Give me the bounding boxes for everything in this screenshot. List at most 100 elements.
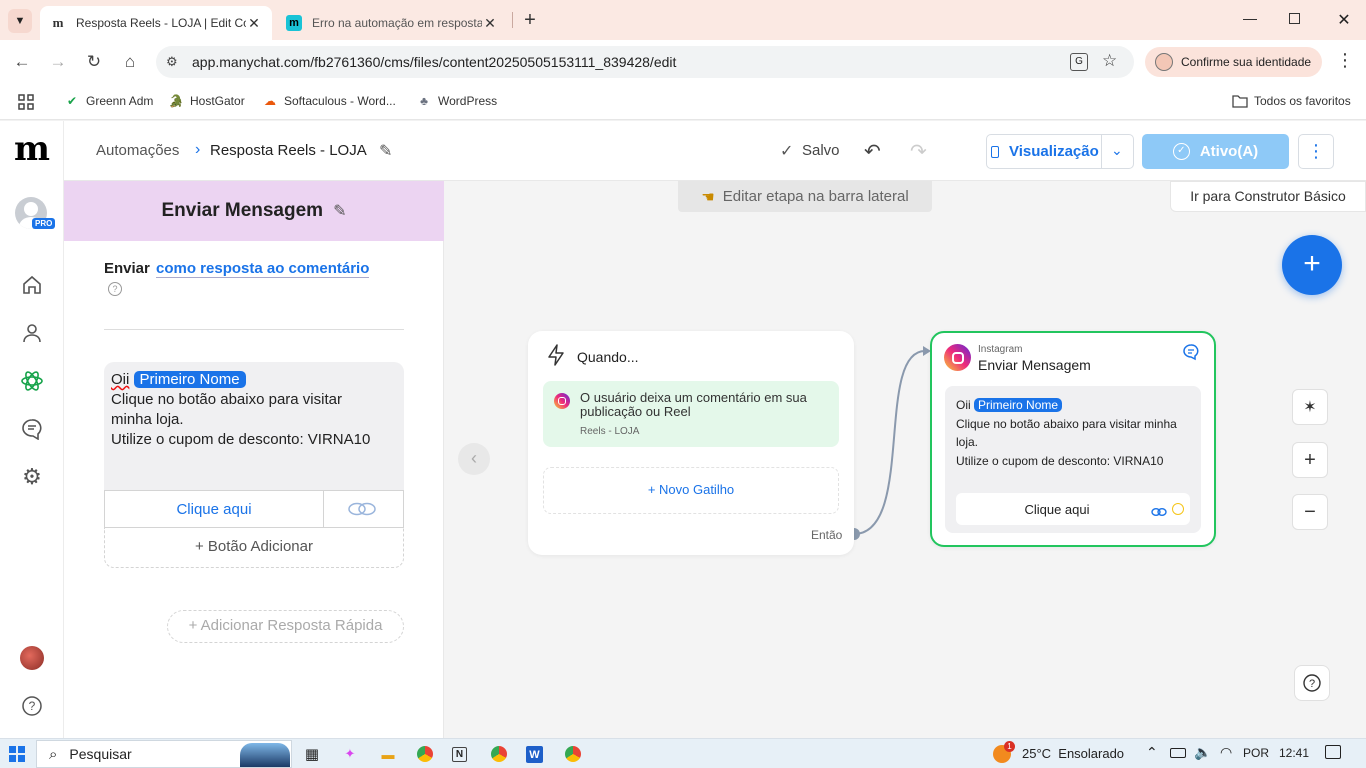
restore-icon[interactable] <box>1289 13 1300 24</box>
battery-icon[interactable] <box>1170 748 1186 758</box>
active-toggle-button[interactable]: ✓ Ativo(A) <box>1142 134 1289 169</box>
apps-grid-icon[interactable] <box>18 94 34 110</box>
help-icon[interactable]: ? <box>1294 665 1330 701</box>
taskbar-search[interactable]: ⌕ Pesquisar <box>36 740 292 768</box>
trigger-node[interactable]: Quando... O usuário deixa um comentário … <box>528 331 854 555</box>
bookmark-label: Greenn Adm <box>86 94 154 108</box>
chrome-profile-icon[interactable] <box>489 744 509 764</box>
tray-expand-icon[interactable]: ⌃ <box>1146 744 1158 761</box>
notion-icon[interactable]: N <box>452 747 467 762</box>
volume-icon[interactable]: 🔈 <box>1194 744 1211 761</box>
close-window-icon[interactable]: ✕ <box>1336 10 1352 30</box>
close-tab-icon[interactable]: ✕ <box>482 15 498 32</box>
message-line: Clique no botão abaixo para visitar <box>111 391 342 408</box>
undo-icon[interactable]: ↶ <box>864 139 881 164</box>
home-icon[interactable] <box>20 273 44 297</box>
link-icon[interactable] <box>347 502 377 519</box>
message-preview: Oii Primeiro Nome Clique no botão abaixo… <box>945 386 1201 533</box>
chevron-down-icon[interactable]: ⌄ <box>1111 142 1123 159</box>
help-icon[interactable]: ? <box>20 694 44 718</box>
new-trigger-button[interactable]: + Novo Gatilho <box>543 467 839 514</box>
send-mode-dropdown[interactable]: como resposta ao comentário <box>156 260 370 278</box>
bookmark-star-icon[interactable]: ☆ <box>1102 51 1117 71</box>
windows-start-icon[interactable] <box>9 746 25 762</box>
weather-text[interactable]: 25°C Ensolarado <box>1022 746 1124 761</box>
saved-status: Salvo <box>802 142 840 159</box>
trigger-subtext: Reels - LOJA <box>580 426 640 437</box>
tab-erro-automacao[interactable]: m Erro na automação em resposta ✕ <box>276 6 508 40</box>
svg-text:?: ? <box>1309 678 1315 690</box>
bookmark-greenn[interactable]: ✔ Greenn Adm <box>64 93 153 109</box>
all-bookmarks-folder[interactable]: Todos os favoritos <box>1232 93 1351 109</box>
edit-title-pencil-icon[interactable]: ✎ <box>379 141 392 161</box>
more-options-button[interactable]: ⋮ <box>1298 134 1334 169</box>
copilot-icon[interactable]: ✦ <box>340 744 360 764</box>
send-prefix: Enviar <box>104 260 150 277</box>
bookmark-label: Softaculous - Word... <box>284 94 396 108</box>
chrome-active-icon[interactable] <box>563 744 583 764</box>
task-view-icon[interactable]: ▦ <box>302 744 322 764</box>
forward-icon[interactable]: → <box>48 52 68 72</box>
wifi-icon[interactable]: ◠ <box>1220 744 1232 761</box>
site-settings-icon[interactable]: ⚙ <box>166 54 178 70</box>
trigger-item[interactable]: O usuário deixa um comentário em sua pub… <box>543 381 839 447</box>
back-icon[interactable]: ← <box>12 52 32 72</box>
redo-icon[interactable]: ↷ <box>910 139 927 164</box>
bookmark-wordpress[interactable]: ♣ WordPress <box>416 93 497 109</box>
first-name-tag[interactable]: Primeiro Nome <box>133 371 246 388</box>
tab-list-dropdown-icon[interactable]: ▼ <box>8 9 32 33</box>
contacts-icon[interactable] <box>20 321 44 345</box>
manychat-logo[interactable]: m <box>14 131 50 171</box>
zoom-in-icon[interactable]: + <box>1292 442 1328 478</box>
add-quick-reply-button[interactable]: + Adicionar Resposta Rápida <box>167 610 404 643</box>
bookmark-label: Todos os favoritos <box>1254 94 1351 108</box>
help-icon[interactable]: ? <box>108 282 122 296</box>
profile-avatar-icon <box>1155 53 1173 71</box>
home-icon[interactable]: ⌂ <box>120 52 140 72</box>
send-message-node[interactable]: Instagram Enviar Mensagem Oii Primeiro N… <box>930 331 1216 547</box>
notifications-icon[interactable] <box>1325 745 1341 759</box>
flow-canvas[interactable]: ☚ Editar etapa na barra lateral Ir para … <box>445 181 1366 738</box>
auto-arrange-icon[interactable]: ✶ <box>1292 389 1328 425</box>
breadcrumb-parent[interactable]: Automações <box>96 142 179 159</box>
bookmark-hostgator[interactable]: 🐊 HostGator <box>168 93 245 109</box>
tab-title: Erro na automação em resposta <box>312 16 482 30</box>
language-indicator[interactable]: POR <box>1243 746 1269 760</box>
clock[interactable]: 12:41 <box>1279 746 1309 760</box>
file-explorer-icon[interactable]: ▬ <box>378 744 398 764</box>
translate-icon[interactable]: G <box>1070 53 1088 71</box>
automation-atom-icon[interactable] <box>20 369 44 393</box>
minimize-icon[interactable]: — <box>1243 10 1257 30</box>
message-line: loja. <box>956 435 979 449</box>
preview-button[interactable]: Visualização ⌄ <box>986 134 1134 169</box>
browser-menu-icon[interactable]: ⋮ <box>1336 50 1354 71</box>
first-name-tag: Primeiro Nome <box>974 398 1063 412</box>
zoom-out-icon[interactable]: − <box>1292 494 1328 530</box>
panel-header: Enviar Mensagem ✎ <box>64 181 444 241</box>
live-chat-icon[interactable] <box>20 417 44 441</box>
tab-title: Resposta Reels - LOJA | Edit Co <box>76 16 246 30</box>
divider <box>104 329 404 330</box>
phone-icon <box>991 145 999 158</box>
message-editor[interactable]: Oii Primeiro Nome Clique no botão abaixo… <box>104 362 404 491</box>
message-button[interactable]: Clique aqui <box>104 490 404 528</box>
search-icon: ⌕ <box>49 745 58 763</box>
add-button[interactable]: + Botão Adicionar <box>104 528 404 568</box>
chrome-icon[interactable] <box>415 744 435 764</box>
close-tab-icon[interactable]: ✕ <box>246 15 262 32</box>
account-avatar[interactable] <box>20 646 44 670</box>
new-tab-icon[interactable]: + <box>520 8 540 32</box>
bookmark-softaculous[interactable]: ☁ Softaculous - Word... <box>262 93 396 109</box>
profile-button[interactable]: Confirme sua identidade <box>1145 47 1322 77</box>
url-bar[interactable]: ⚙ app.manychat.com/fb2761360/cms/files/c… <box>156 46 1134 78</box>
reload-icon[interactable]: ↻ <box>84 52 104 72</box>
settings-gear-icon[interactable]: ⚙ <box>20 464 44 489</box>
address-bar-row: ← → ↻ ⌂ ⚙ app.manychat.com/fb2761360/cms… <box>0 40 1366 84</box>
edit-pencil-icon[interactable]: ✎ <box>333 201 346 221</box>
manychat-favicon-icon: m <box>52 15 64 30</box>
word-icon[interactable]: W <box>526 746 543 763</box>
greeting-text: Oii <box>956 398 971 412</box>
hostgator-icon: 🐊 <box>168 94 184 108</box>
tab-resposta-reels[interactable]: m Resposta Reels - LOJA | Edit Co ✕ <box>40 6 272 40</box>
trigger-text: O usuário deixa um comentário em sua pub… <box>580 390 807 419</box>
